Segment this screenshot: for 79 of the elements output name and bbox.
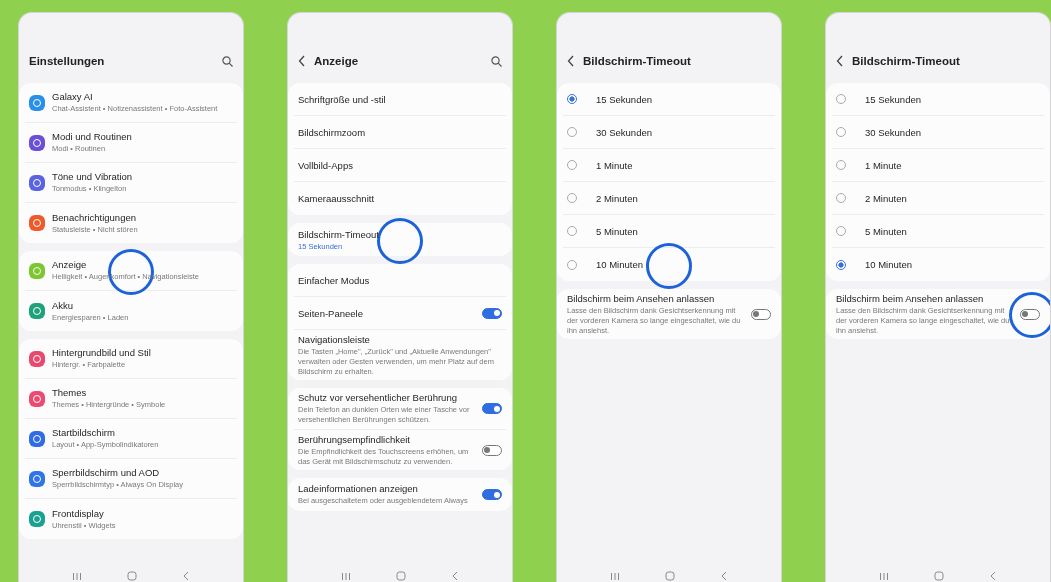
- settings-row[interactable]: 15 Sekunden: [563, 83, 775, 116]
- settings-row[interactable]: 30 Sekunden: [832, 116, 1044, 149]
- screen-title: Einstellungen: [29, 55, 106, 67]
- row-title: Frontdisplay: [52, 507, 105, 519]
- row-title: Bildschirmzoom: [298, 126, 367, 138]
- settings-row[interactable]: Einfacher Modus: [294, 264, 506, 297]
- row-title: Bildschirm-Timeout: [298, 228, 380, 240]
- row-title: 15 Sekunden: [865, 93, 922, 105]
- screen-title: Bildschirm-Timeout: [583, 55, 692, 67]
- toggle-switch[interactable]: [482, 444, 502, 456]
- settings-row[interactable]: 2 Minuten: [832, 182, 1044, 215]
- row-title: Themes: [52, 387, 88, 399]
- row-title: Navigationsleiste: [298, 334, 371, 345]
- screen-title: Anzeige: [314, 55, 360, 67]
- screen-title: Bildschirm-Timeout: [852, 55, 961, 67]
- settings-row[interactable]: Schriftgröße und -stil: [294, 83, 506, 116]
- row-title: Schutz vor versehentlicher Berührung: [298, 392, 458, 404]
- settings-row[interactable]: 2 Minuten: [563, 182, 775, 215]
- toggle-switch[interactable]: [482, 403, 502, 414]
- recent-apps-icon[interactable]: [340, 571, 351, 581]
- row-title: Bildschirm beim Ansehen anlassen: [836, 293, 985, 304]
- radio-button[interactable]: [567, 94, 577, 104]
- toggle-switch[interactable]: [482, 307, 502, 319]
- back-icon[interactable]: [836, 55, 844, 67]
- back-icon[interactable]: [298, 55, 306, 67]
- settings-row[interactable]: 30 Sekunden: [563, 116, 775, 149]
- recent-apps-icon[interactable]: [609, 571, 620, 581]
- settings-row[interactable]: Bildschirmzoom: [294, 116, 506, 149]
- home-icon[interactable]: [396, 571, 406, 581]
- row-title: Startbildschirm: [52, 427, 116, 439]
- row-title: Vollbild-Apps: [298, 159, 354, 171]
- row-title: Akku: [52, 299, 75, 311]
- row-title: 10 Minuten: [596, 259, 644, 270]
- search-icon[interactable]: [222, 55, 233, 67]
- settings-row[interactable]: 5 Minuten: [563, 215, 775, 248]
- back-icon[interactable]: [567, 55, 575, 67]
- row-title: Galaxy AI: [52, 91, 94, 103]
- toggle-switch[interactable]: [482, 489, 502, 501]
- row-title: Berührungsempfindlichkeit: [298, 433, 411, 445]
- row-title: Ladeinformationen anzeigen: [298, 483, 419, 495]
- row-title: 1 Minute: [865, 159, 903, 171]
- settings-row[interactable]: 15 Sekunden: [832, 83, 1044, 116]
- row-title: Schriftgröße und -stil: [298, 93, 387, 105]
- row-title: Sperrbildschirm und AOD: [52, 467, 161, 479]
- row-title: 2 Minuten: [596, 192, 639, 204]
- settings-row[interactable]: 1 Minute: [832, 149, 1044, 182]
- toggle-switch[interactable]: [751, 308, 771, 320]
- row-title: Kameraausschnitt: [298, 193, 376, 204]
- row-title: 2 Minuten: [865, 192, 908, 204]
- row-title: 15 Sekunden: [596, 93, 653, 105]
- settings-row[interactable]: Kameraausschnitt: [294, 182, 506, 215]
- settings-row[interactable]: Seiten-Paneele: [294, 297, 506, 330]
- settings-row[interactable]: Vollbild-Apps: [294, 149, 506, 182]
- row-title: Töne und Vibration: [52, 171, 134, 183]
- home-icon[interactable]: [127, 571, 137, 581]
- home-icon[interactable]: [934, 571, 944, 581]
- row-title: 30 Sekunden: [596, 126, 653, 138]
- settings-row[interactable]: 5 Minuten: [832, 215, 1044, 248]
- home-icon[interactable]: [665, 571, 675, 581]
- row-title: Bildschirm beim Ansehen anlassen: [567, 293, 716, 304]
- row-title: Einfacher Modus: [298, 274, 371, 286]
- toggle-switch[interactable]: [1020, 308, 1040, 320]
- row-title: 30 Sekunden: [865, 126, 922, 138]
- row-title: Seiten-Paneele: [298, 307, 364, 319]
- recent-apps-icon[interactable]: [71, 571, 82, 581]
- settings-row[interactable]: 10 Minuten: [563, 248, 775, 281]
- recent-apps-icon[interactable]: [878, 571, 889, 581]
- settings-row[interactable]: 1 Minute: [563, 149, 775, 182]
- row-title: Anzeige: [52, 259, 88, 271]
- row-title: Hintergrundbild und Stil: [52, 347, 152, 359]
- row-title: 1 Minute: [596, 159, 634, 171]
- row-title: Modi und Routinen: [52, 131, 133, 143]
- row-title: 10 Minuten: [865, 259, 913, 270]
- settings-row[interactable]: 10 Minuten: [832, 248, 1044, 281]
- row-title: 5 Minuten: [596, 225, 639, 237]
- radio-button[interactable]: [836, 259, 846, 270]
- row-title: 5 Minuten: [865, 225, 908, 237]
- row-title: Benachrichtigungen: [52, 211, 137, 223]
- search-icon[interactable]: [491, 55, 502, 67]
